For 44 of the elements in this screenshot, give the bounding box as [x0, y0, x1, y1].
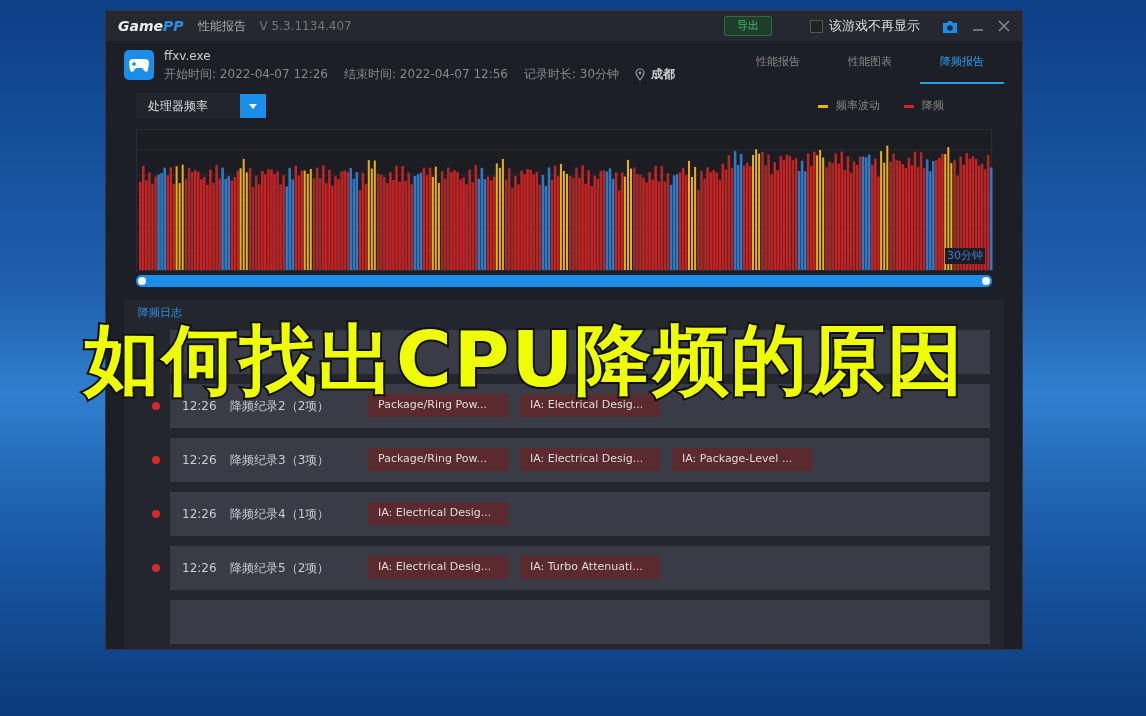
end-time: 结束时间: 2022-04-07 12:56	[344, 66, 508, 83]
version-label: V 5.3.1134.407	[259, 18, 352, 35]
tab[interactable]: 降频报告	[920, 45, 1004, 85]
start-time: 开始时间: 2022-04-07 12:26	[164, 66, 328, 83]
log-name: 降频纪录4（1项）	[230, 505, 331, 523]
reason-tag: IA: Package-Level ...	[672, 448, 812, 471]
duration-label: 记录时长: 30分钟	[524, 66, 620, 83]
status-dot	[152, 563, 160, 572]
reason-tag: IA: Electrical Desig...	[368, 556, 508, 579]
log-time: 12:26	[182, 398, 218, 415]
status-dot	[152, 509, 160, 518]
window-title: 性能报告	[197, 18, 246, 35]
location-label: 成都	[651, 66, 676, 83]
reason-tag: Package/Ring Pow...	[368, 394, 508, 417]
log-name: 降频纪录2（2项）	[230, 398, 331, 415]
export-button[interactable]: 导出	[724, 15, 772, 37]
status-dot	[152, 455, 160, 464]
exe-name: ffxv.exe	[164, 48, 212, 65]
gamepad-icon	[124, 50, 154, 80]
location-pin-icon	[635, 67, 646, 81]
log-time: 12:26	[182, 505, 218, 523]
dropdown-button[interactable]	[240, 94, 266, 118]
app-logo: GamePP	[118, 16, 184, 36]
tab[interactable]: 性能报告	[736, 45, 820, 85]
metric-select[interactable]: 处理器频率	[136, 93, 240, 119]
camera-icon[interactable]	[942, 19, 958, 33]
legend-label: 频率波动	[836, 97, 880, 114]
log-title: 降频日志	[138, 305, 183, 321]
reason-tag: IA: Electrical Desig...	[520, 448, 660, 471]
reason-tag: IA: Electrical Desig...	[368, 502, 508, 525]
log-time: 12:26	[182, 559, 218, 577]
log-name: 降频纪录3（3项）	[230, 451, 331, 469]
log-name: 降频纪录5（2项）	[230, 559, 331, 577]
caret-icon	[249, 103, 257, 109]
reason-tag: Package/Ring Pow...	[368, 448, 508, 471]
slider-handle[interactable]	[136, 275, 148, 287]
checkbox-label: 该游戏不再显示	[829, 17, 920, 36]
tab[interactable]: 性能图表	[828, 45, 912, 85]
legend-label: 降频	[922, 97, 944, 114]
log-time: 12:26	[182, 451, 218, 469]
close-icon[interactable]	[998, 20, 1010, 32]
checkbox[interactable]	[810, 19, 823, 33]
reason-tag: IA: Turbo Attenuati...	[520, 556, 660, 579]
chart-end-label: 30分钟	[945, 247, 985, 264]
